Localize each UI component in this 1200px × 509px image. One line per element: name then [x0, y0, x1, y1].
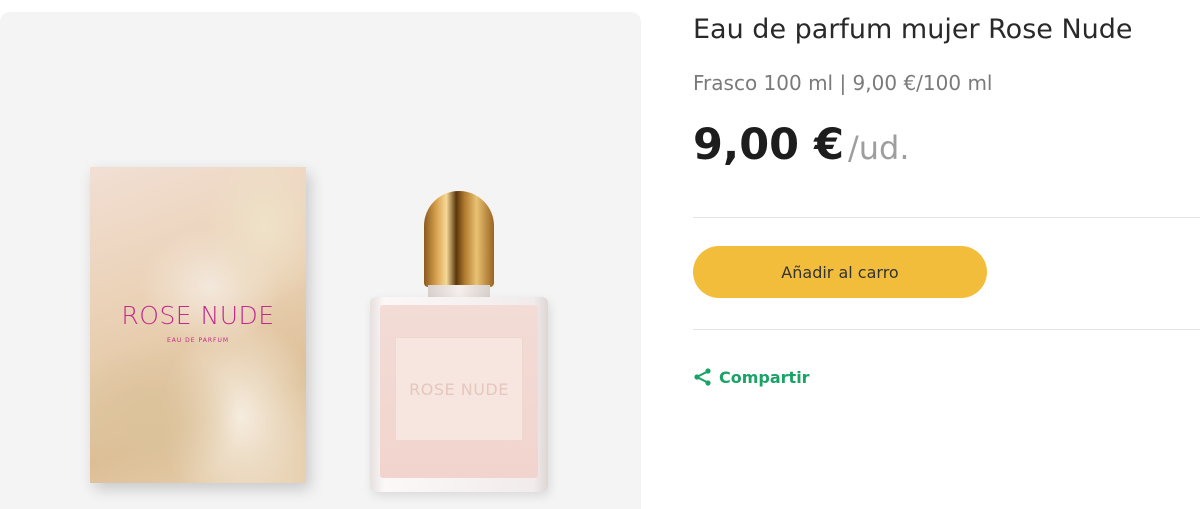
share-icon	[694, 368, 711, 386]
share-label: Compartir	[719, 367, 810, 387]
divider	[693, 329, 1200, 330]
box-brand-text: ROSE NUDE	[121, 301, 275, 330]
product-title: Eau de parfum mujer Rose Nude	[693, 14, 1133, 45]
divider	[693, 217, 1200, 218]
product-price: 9,00 €	[693, 120, 844, 170]
bottle-label: ROSE NUDE	[395, 337, 523, 441]
share-button[interactable]: Compartir	[693, 365, 810, 389]
add-to-cart-button[interactable]: Añadir al carro	[693, 246, 987, 298]
box-subtitle-text: EAU DE PARFUM	[166, 337, 230, 344]
bottle-label-text: ROSE NUDE	[409, 379, 509, 399]
bottle-cap	[424, 191, 494, 287]
price-unit: /ud.	[847, 129, 910, 167]
product-format: Frasco 100 ml | 9,00 €/100 ml	[693, 71, 993, 95]
price-row: 9,00 €/ud.	[693, 120, 910, 170]
perfume-box: ROSE NUDE EAU DE PARFUM	[90, 167, 306, 483]
